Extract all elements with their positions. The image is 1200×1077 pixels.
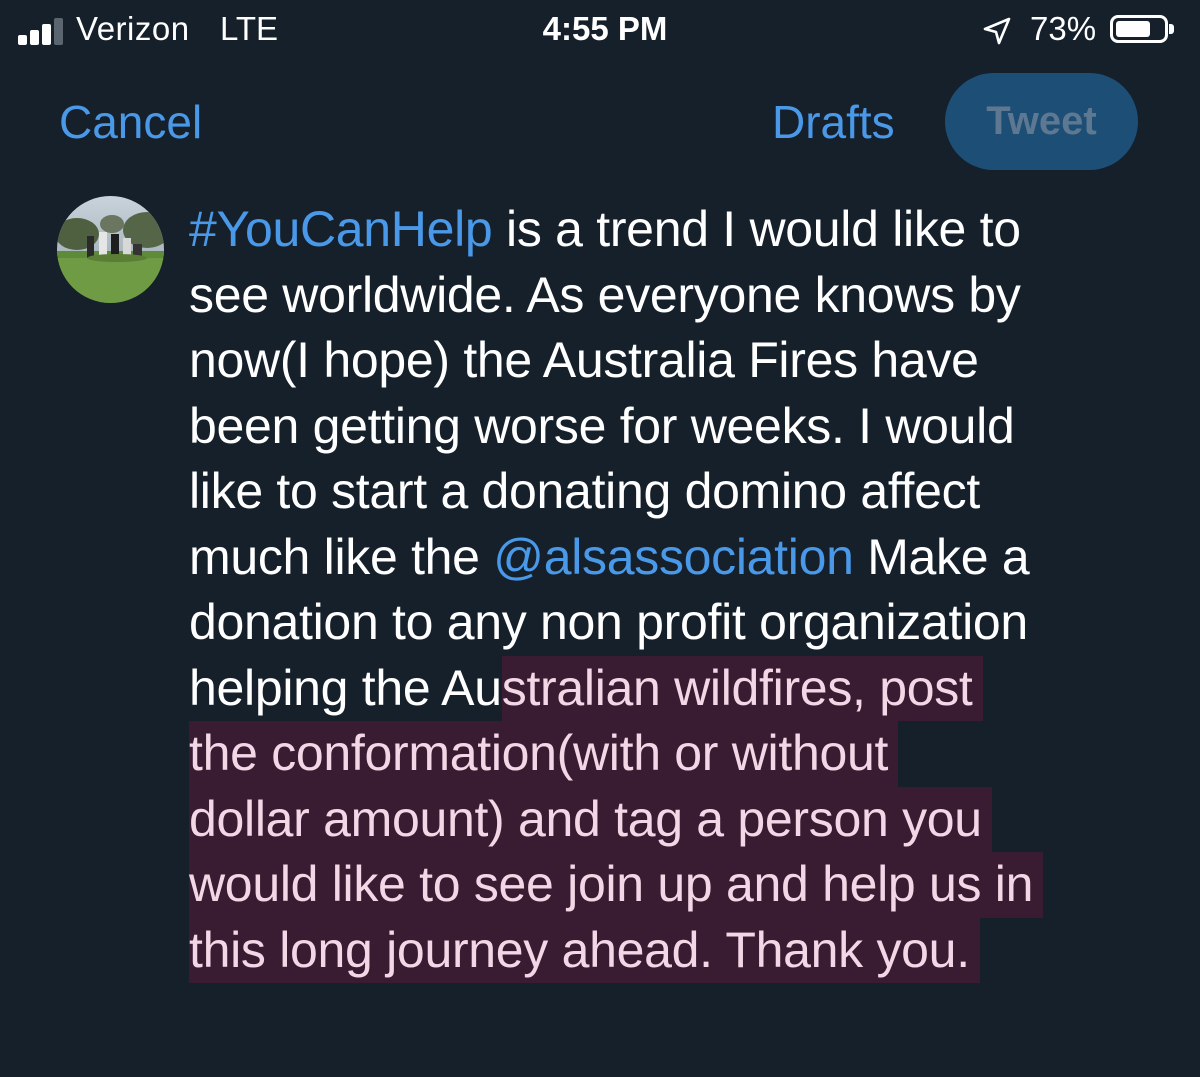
over-limit-text: stralian wildfires, post [501,655,983,721]
tweet-line: dollar amount) and tag a person you [189,786,1149,852]
tweet-text-segment: donation to any non profit organization [189,594,1028,650]
status-time: 4:55 PM [542,10,668,47]
tweet-line: the conformation(with or without [189,721,1149,787]
hashtag-link[interactable]: #YouCanHelp [189,201,493,257]
drafts-button[interactable]: Drafts [772,95,895,149]
over-limit-text: the conformation(with or without [189,721,899,787]
tweet-text-segment: is a trend I would like to [492,201,1021,257]
cancel-button[interactable]: Cancel [59,95,202,149]
tweet-text-segment: like to start a donating domino affect [189,463,980,519]
tweet-line: this long journey ahead. Thank you. [189,917,1149,983]
tweet-line: been getting worse for weeks. I would [189,394,1149,460]
tweet-text-segment: helping the Au [189,659,502,716]
tweet-line: would like to see join up and help us in [189,852,1149,918]
over-limit-text: dollar amount) and tag a person you [189,786,992,852]
tweet-line: now(I hope) the Australia Fires have [189,328,1149,394]
avatar [57,196,164,303]
tweet-text-segment: been getting worse for weeks. I would [189,397,1015,454]
tweet-line: much like the @alsassociation Make a [189,525,1149,591]
avatar-photo [57,196,164,303]
tweet-line: like to start a donating domino affect [189,459,1149,525]
tweet-line: donation to any non profit organization [189,590,1149,656]
tweet-text-segment: see worldwide. As everyone knows by [189,266,1021,323]
battery-icon [1110,15,1174,43]
tweet-button[interactable]: Tweet [945,73,1138,170]
tweet-text[interactable]: #YouCanHelp is a trend I would like to se… [189,197,1149,983]
location-arrow-icon [983,17,1011,45]
status-bar: Verizon LTE 4:55 PM 73% [0,0,1200,62]
tweet-line: #YouCanHelp is a trend I would like to [189,197,1149,263]
tweet-line: helping the Australian wildfires, post [189,655,1149,721]
compose-tweet-screen: Verizon LTE 4:55 PM 73% Cancel Drafts Tw… [0,0,1200,1077]
over-limit-text: would like to see join up and help us in [189,852,1044,918]
tweet-text-segment: Make a [853,528,1030,585]
tweet-text-segment: much like the [189,528,494,585]
tweet-text-segment: now(I hope) the Australia Fires have [189,332,979,388]
battery-percent: 73% [1030,10,1097,47]
tweet-line: see worldwide. As everyone knows by [189,263,1149,329]
over-limit-text: this long journey ahead. Thank you. [189,917,980,983]
mention-link[interactable]: @alsassociation [493,529,854,585]
